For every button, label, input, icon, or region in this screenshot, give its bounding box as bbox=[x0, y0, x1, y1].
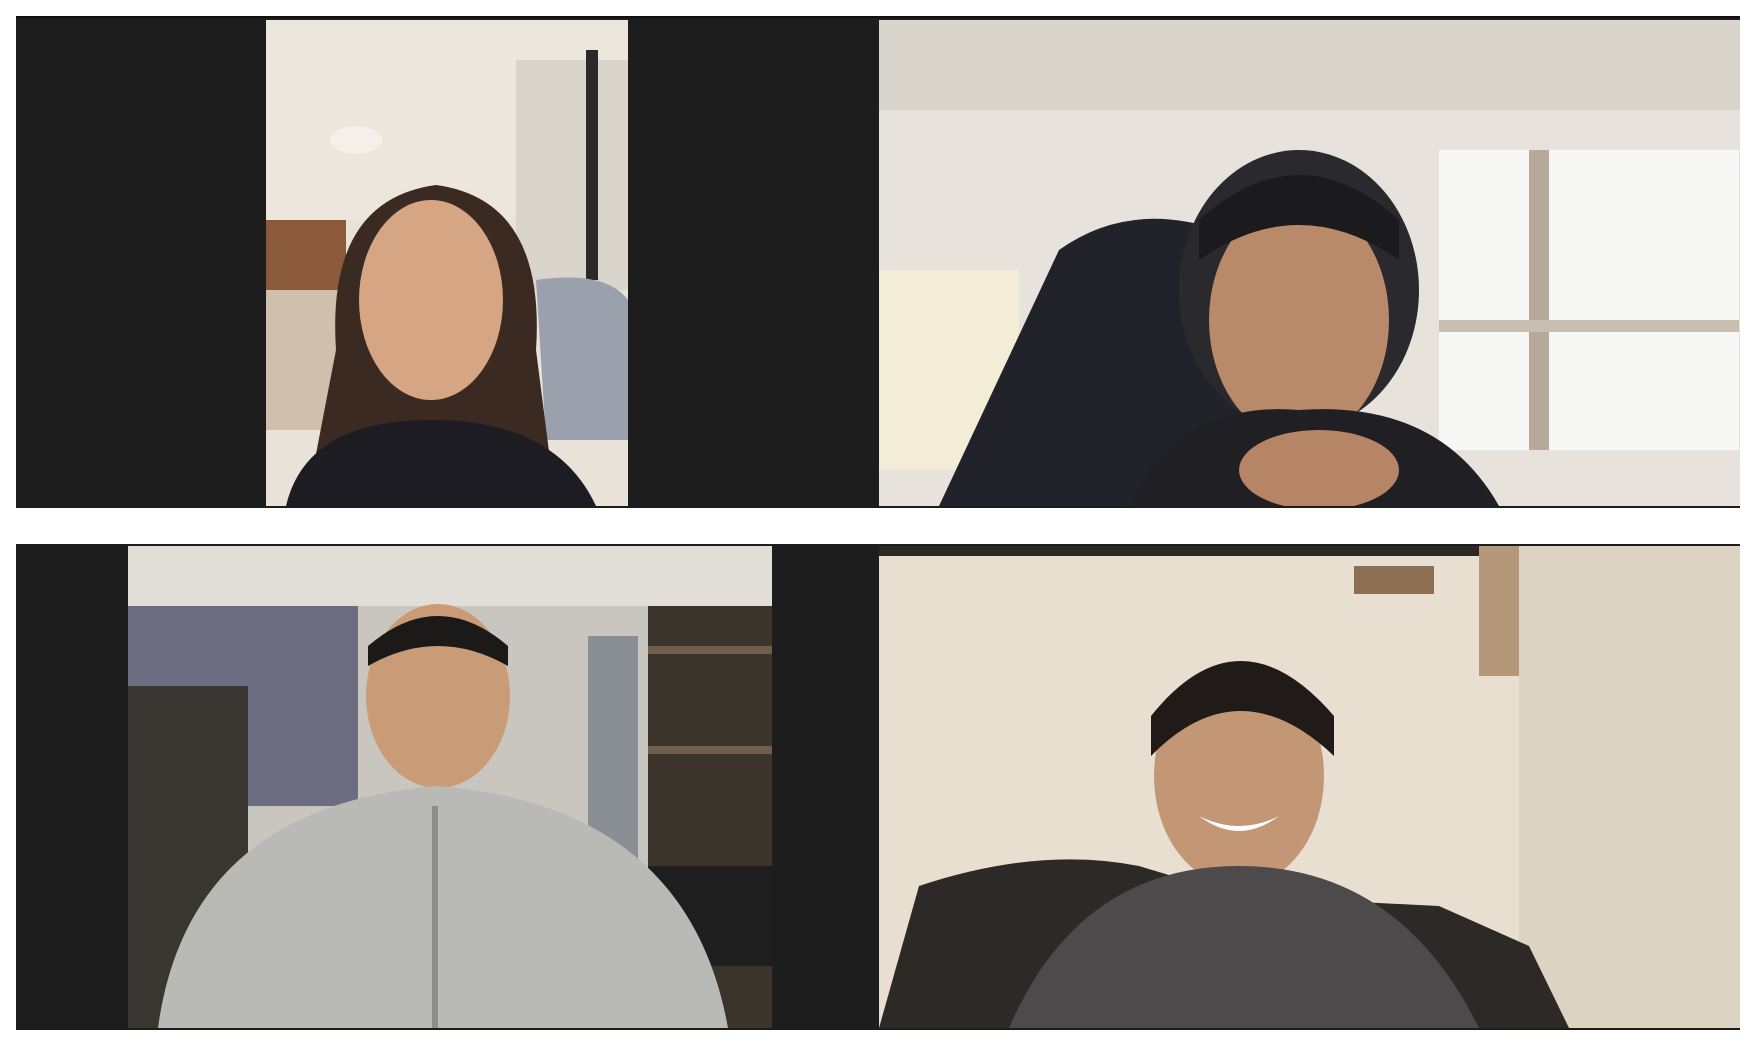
video-frame bbox=[879, 20, 1740, 506]
participant-tile-top-left[interactable] bbox=[16, 18, 878, 508]
participant-video-feed bbox=[879, 546, 1740, 1028]
video-frame bbox=[266, 20, 628, 506]
participant-tile-bottom-right[interactable] bbox=[878, 544, 1740, 1030]
participant-video-feed bbox=[266, 20, 628, 506]
participant-tile-top-right[interactable] bbox=[878, 18, 1740, 508]
participant-video-feed bbox=[128, 546, 772, 1028]
participant-video-feed bbox=[879, 20, 1740, 506]
video-frame bbox=[879, 546, 1740, 1028]
participant-tile-bottom-left[interactable] bbox=[16, 544, 878, 1030]
video-frame bbox=[128, 546, 772, 1028]
